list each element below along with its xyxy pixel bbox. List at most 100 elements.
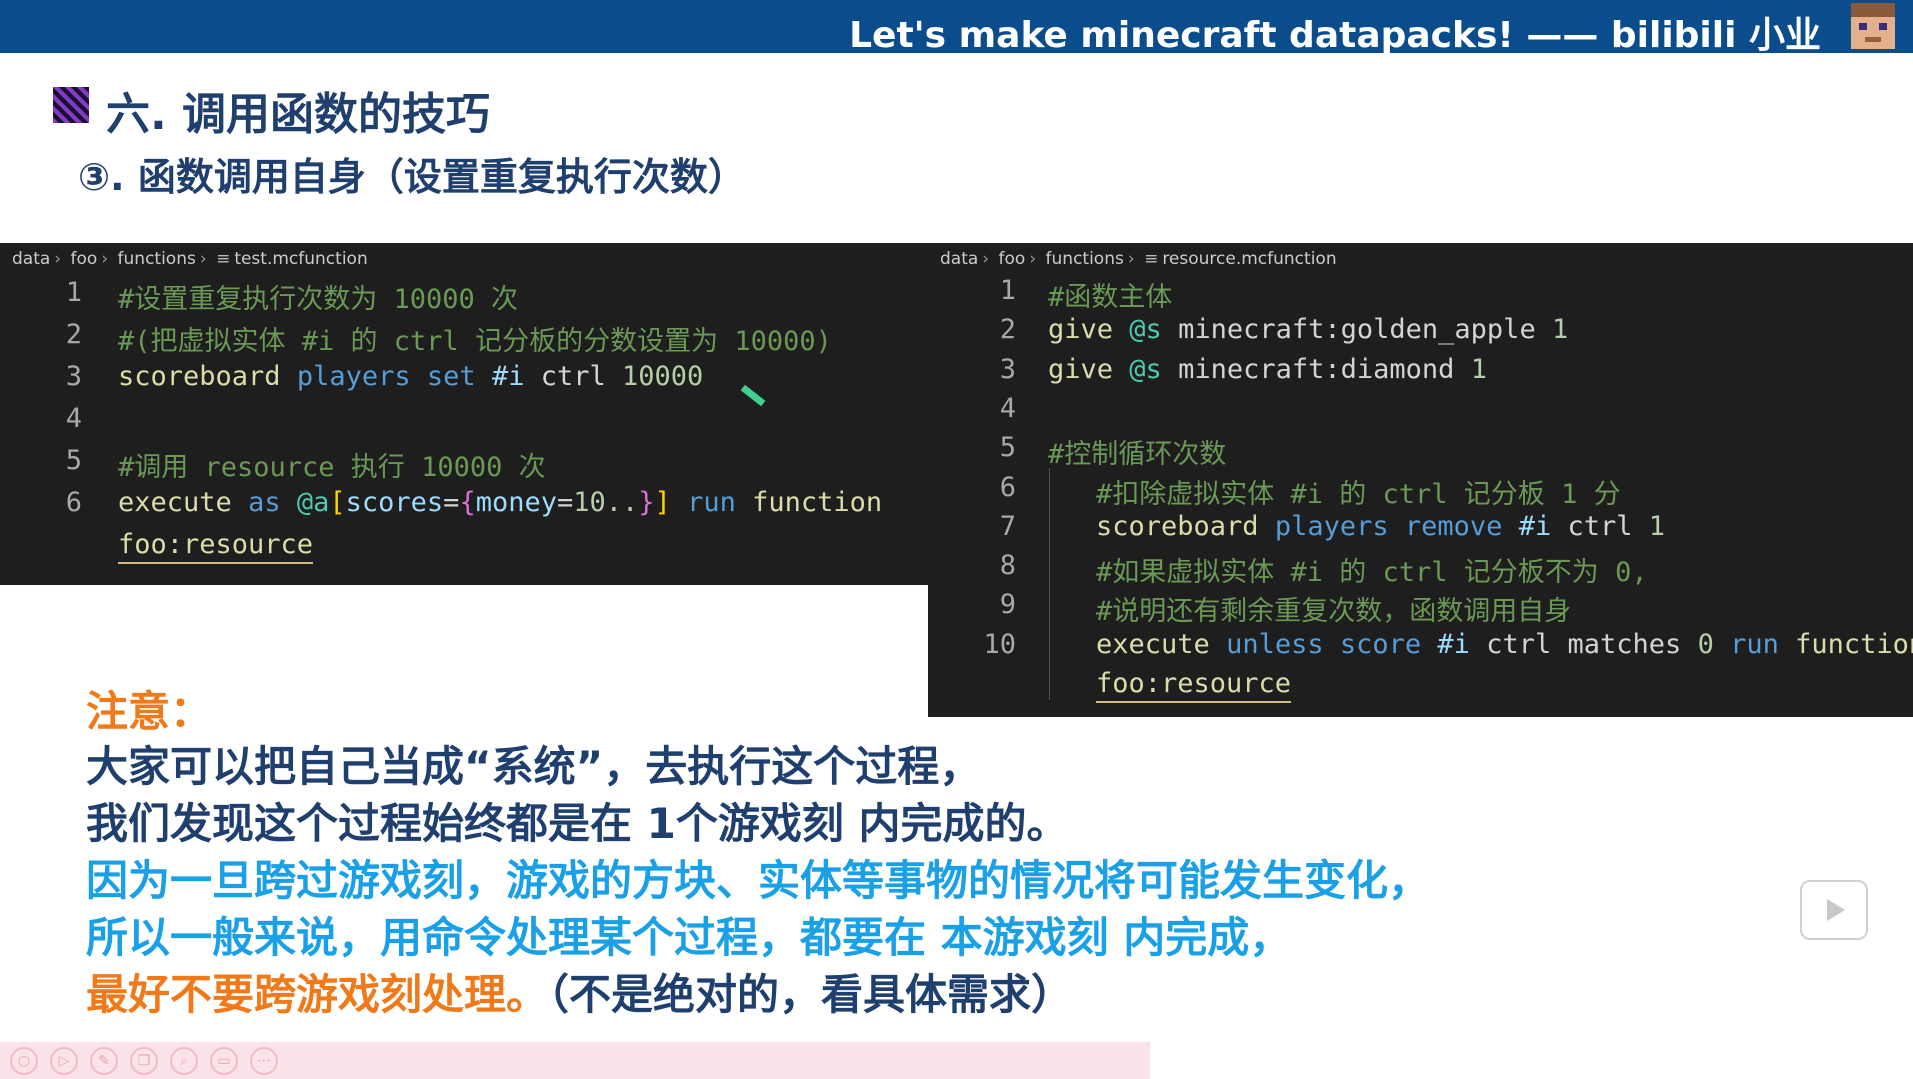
- code-token: unless: [1226, 628, 1324, 660]
- breadcrumb-item[interactable]: data: [12, 249, 50, 269]
- line-number: 10: [983, 628, 1016, 660]
- breadcrumb-item[interactable]: foo: [999, 249, 1026, 269]
- code-token: #i: [1437, 628, 1470, 660]
- code-editor-right[interactable]: data › foo › functions › ≡ resource.mcfuncti…: [928, 243, 1913, 717]
- circle-icon[interactable]: ○: [10, 1047, 38, 1075]
- note-line: 最好不要跨游戏刻处理。（不是绝对的，看具体需求）: [86, 961, 1073, 1022]
- code-text[interactable]: #(把虚拟实体 #i 的 ctrl 记分板的分数设置为 10000): [118, 319, 832, 358]
- code-token: remove: [1404, 510, 1503, 542]
- code-token: 10..: [573, 487, 639, 518]
- line-number: 8: [999, 550, 1016, 582]
- code-text[interactable]: foo:resource: [118, 529, 314, 564]
- code-token: execute: [1096, 628, 1210, 660]
- code-text[interactable]: foo:resource: [1096, 668, 1292, 703]
- copy-icon[interactable]: ❐: [130, 1047, 158, 1075]
- code-text[interactable]: scoreboard players remove #i ctrl 1: [1096, 511, 1665, 542]
- code-token: 1: [1470, 353, 1487, 385]
- play-button[interactable]: [1800, 880, 1868, 940]
- code-token: #设置重复执行次数为 10000 次: [118, 284, 519, 315]
- pen-icon[interactable]: ✎: [90, 1047, 118, 1075]
- code-token: function: [1795, 628, 1913, 660]
- code-token: #函数主体: [1048, 282, 1173, 313]
- line-number: 7: [999, 510, 1016, 542]
- code-token: 10000: [622, 361, 704, 392]
- code-token: foo:resource: [1096, 668, 1292, 703]
- breadcrumb-item[interactable]: functions: [1046, 249, 1124, 269]
- note-title: 注意：: [86, 687, 213, 736]
- code-token: function: [752, 487, 883, 518]
- code-token: =: [443, 487, 460, 518]
- code-text[interactable]: #函数主体: [1048, 275, 1172, 314]
- breadcrumb-file[interactable]: test.mcfunction: [234, 249, 367, 269]
- code-token: ]: [654, 487, 671, 518]
- code-token: 0: [1697, 628, 1714, 660]
- file-lines-icon: ≡: [1144, 249, 1159, 269]
- code-token: scoreboard: [118, 361, 281, 392]
- breadcrumb-item[interactable]: functions: [118, 249, 196, 269]
- line-number: 1: [65, 277, 82, 308]
- code-token: #i: [491, 361, 525, 392]
- code-token: minecraft:diamond: [1178, 353, 1455, 385]
- indent-guide: [1049, 468, 1050, 700]
- code-token: money: [475, 487, 557, 518]
- line-number: 6: [999, 471, 1016, 503]
- code-text[interactable]: give @s minecraft:diamond 1: [1048, 354, 1487, 385]
- file-lines-icon: ≡: [216, 249, 231, 269]
- code-text[interactable]: #说明还有剩余重复次数，函数调用自身: [1096, 589, 1571, 628]
- code-token: =: [556, 487, 574, 518]
- code-editor-left[interactable]: data › foo › functions › ≡ test.mcfunction 1…: [0, 243, 930, 585]
- more-icon[interactable]: ⋯: [250, 1047, 278, 1075]
- breadcrumb: data › foo › functions › ≡ resource.mcfuncti…: [940, 249, 1337, 269]
- code-text[interactable]: #扣除虚拟实体 #i 的 ctrl 记分板 1 分: [1096, 472, 1621, 511]
- code-token: [: [329, 487, 346, 518]
- code-text[interactable]: #调用 resource 执行 10000 次: [118, 445, 546, 484]
- box-icon[interactable]: ▭: [210, 1047, 238, 1075]
- code-token: #扣除虚拟实体 #i 的 ctrl 记分板 1 分: [1096, 478, 1621, 510]
- breadcrumb-item[interactable]: data: [940, 249, 978, 269]
- play-icon[interactable]: ▷: [50, 1047, 78, 1075]
- breadcrumb: data › foo › functions › ≡ test.mcfunction: [12, 249, 368, 269]
- note-line: 大家可以把自己当成“系统”，去执行这个过程，: [86, 742, 982, 791]
- code-token: give: [1048, 353, 1114, 385]
- code-text[interactable]: #设置重复执行次数为 10000 次: [118, 277, 518, 316]
- code-token: }: [638, 487, 655, 518]
- code-text[interactable]: give @s minecraft:golden_apple 1: [1048, 314, 1568, 345]
- code-token: @s: [1129, 353, 1162, 385]
- code-token: #控制循环次数: [1048, 439, 1227, 471]
- code-token: score: [1339, 628, 1422, 660]
- note-line: 我们发现这个过程始终都是在 1个游戏刻 内完成的。: [86, 799, 1069, 848]
- code-text[interactable]: execute unless score #i ctrl matches 0 r…: [1096, 629, 1913, 660]
- code-text[interactable]: #如果虚拟实体 #i 的 ctrl 记分板不为 0,: [1096, 550, 1648, 589]
- code-token: ctrl: [1486, 628, 1552, 660]
- code-token: set: [426, 361, 476, 392]
- code-text[interactable]: execute as @a[scores={money=10..}] run f…: [118, 487, 882, 518]
- code-token: 1: [1551, 314, 1569, 346]
- line-number: 2: [65, 319, 82, 350]
- code-token: ctrl: [1567, 510, 1633, 542]
- avatar: [1851, 3, 1895, 49]
- code-text[interactable]: #控制循环次数: [1048, 432, 1226, 471]
- breadcrumb-item[interactable]: foo: [71, 249, 98, 269]
- zoom-icon[interactable]: ⌕: [170, 1047, 198, 1075]
- code-token: #调用 resource 执行 10000 次: [118, 452, 546, 483]
- breadcrumb-file[interactable]: resource.mcfunction: [1162, 249, 1336, 269]
- code-text[interactable]: scoreboard players set #i ctrl 10000: [118, 361, 703, 392]
- code-token: give: [1048, 314, 1114, 346]
- code-token: #(把虚拟实体 #i 的 ctrl 记分板的分数设置为 10000): [118, 326, 832, 357]
- line-number: 4: [65, 403, 82, 434]
